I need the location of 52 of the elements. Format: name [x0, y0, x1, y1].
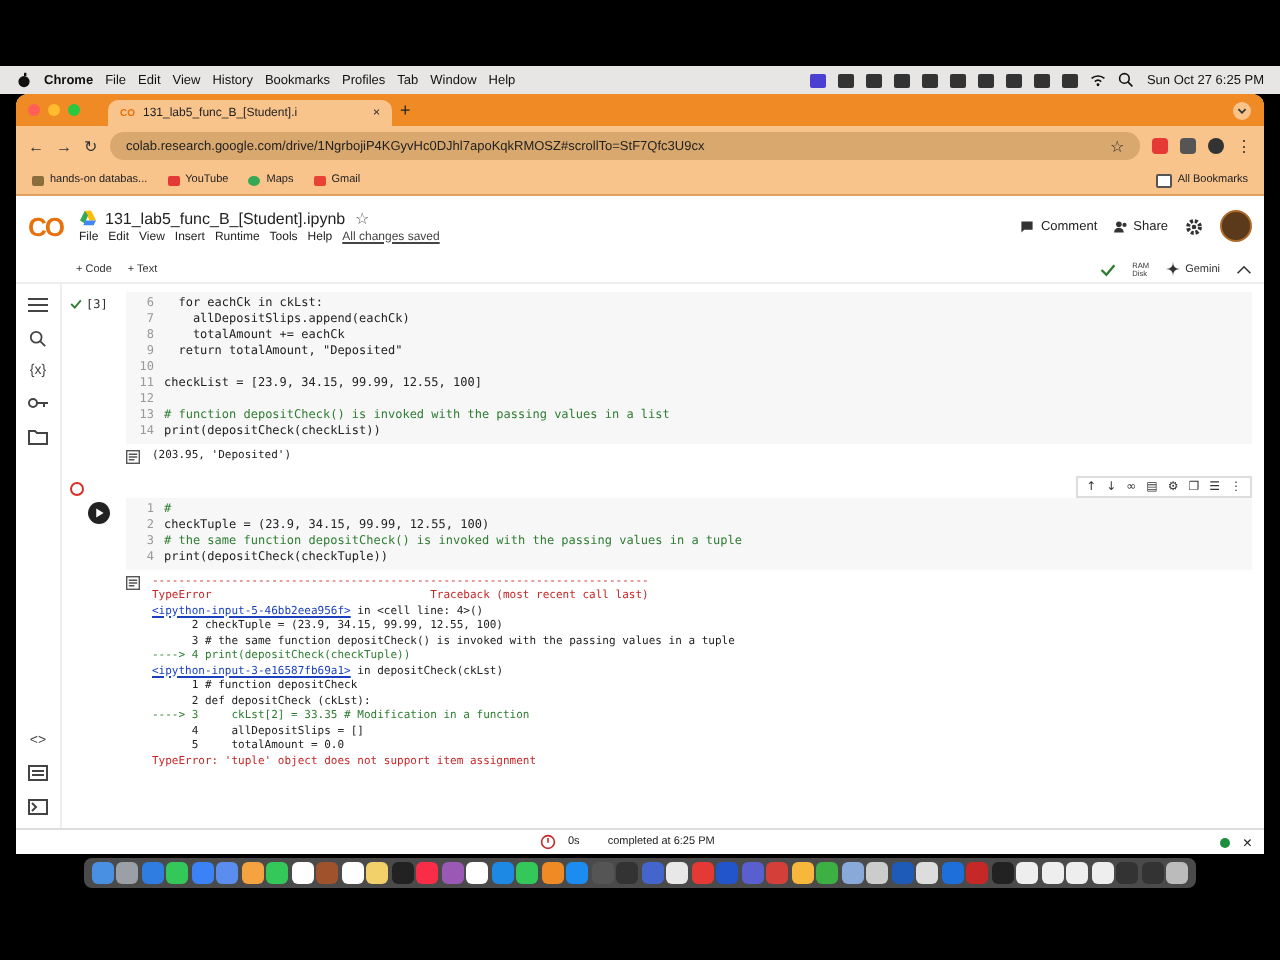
dock-app-icon[interactable]: [841, 862, 864, 884]
dock-app-icon[interactable]: [541, 862, 564, 884]
drive-icon: [79, 210, 95, 226]
tab-search-icon[interactable]: [1232, 101, 1252, 119]
connection-status-icon: [1220, 837, 1231, 847]
search-icon[interactable]: [1118, 72, 1135, 88]
reload-icon[interactable]: ↻: [84, 137, 98, 155]
check-icon: [1100, 261, 1117, 277]
dock-app-icon[interactable]: [341, 862, 364, 884]
comment-icon: [1020, 219, 1035, 233]
run-cell-icon[interactable]: [88, 501, 110, 523]
clock-icon: [540, 834, 556, 850]
dock-app-icon[interactable]: [366, 862, 389, 884]
dock-app-icon[interactable]: [866, 862, 889, 884]
output-icon[interactable]: [126, 575, 140, 589]
dock-app-icon[interactable]: [516, 862, 539, 884]
dock-app-icon[interactable]: [241, 862, 264, 884]
settings-icon[interactable]: [1184, 217, 1204, 235]
sparkle-icon: [1165, 262, 1180, 276]
output-icon[interactable]: [126, 450, 140, 464]
notebook-title[interactable]: 131_lab5_func_B_[Student].ipynb: [105, 209, 346, 227]
search-icon[interactable]: [28, 330, 48, 348]
dock-app-icon[interactable]: [1016, 862, 1039, 884]
apple-icon[interactable]: [16, 72, 32, 88]
menu-icon[interactable]: [28, 296, 48, 314]
collapse-icon[interactable]: [1236, 261, 1252, 277]
profile-avatar[interactable]: [1208, 138, 1224, 154]
dock-app-icon[interactable]: [666, 862, 689, 884]
dock-app-icon[interactable]: [1166, 862, 1189, 884]
command-palette-icon[interactable]: [28, 764, 48, 782]
terminal-icon[interactable]: [28, 798, 48, 816]
dock-app-icon[interactable]: [166, 862, 189, 884]
user-avatar[interactable]: [1220, 210, 1252, 242]
close-icon[interactable]: ×: [1242, 833, 1252, 851]
dock-app-icon[interactable]: [1066, 862, 1089, 884]
dock-app-icon[interactable]: [291, 862, 314, 884]
dock-app-icon[interactable]: [1091, 862, 1114, 884]
people-icon: [1113, 219, 1128, 233]
dock-app-icon[interactable]: [791, 862, 814, 884]
forward-icon[interactable]: →: [56, 137, 72, 155]
wifi-icon[interactable]: [1090, 72, 1107, 88]
back-icon[interactable]: ←: [28, 137, 44, 155]
new-tab-button[interactable]: +: [400, 100, 411, 120]
key-icon[interactable]: [28, 394, 48, 412]
star-icon[interactable]: ☆: [355, 209, 370, 227]
dock-app-icon[interactable]: [466, 862, 489, 884]
dock-app-icon[interactable]: [916, 862, 939, 884]
more-menu-icon[interactable]: ⋮: [1236, 137, 1252, 155]
dock-app-icon[interactable]: [266, 862, 289, 884]
dock-app-icon[interactable]: [1041, 862, 1064, 884]
screen-share-icon[interactable]: [810, 73, 827, 87]
folder-icon[interactable]: [28, 428, 48, 446]
